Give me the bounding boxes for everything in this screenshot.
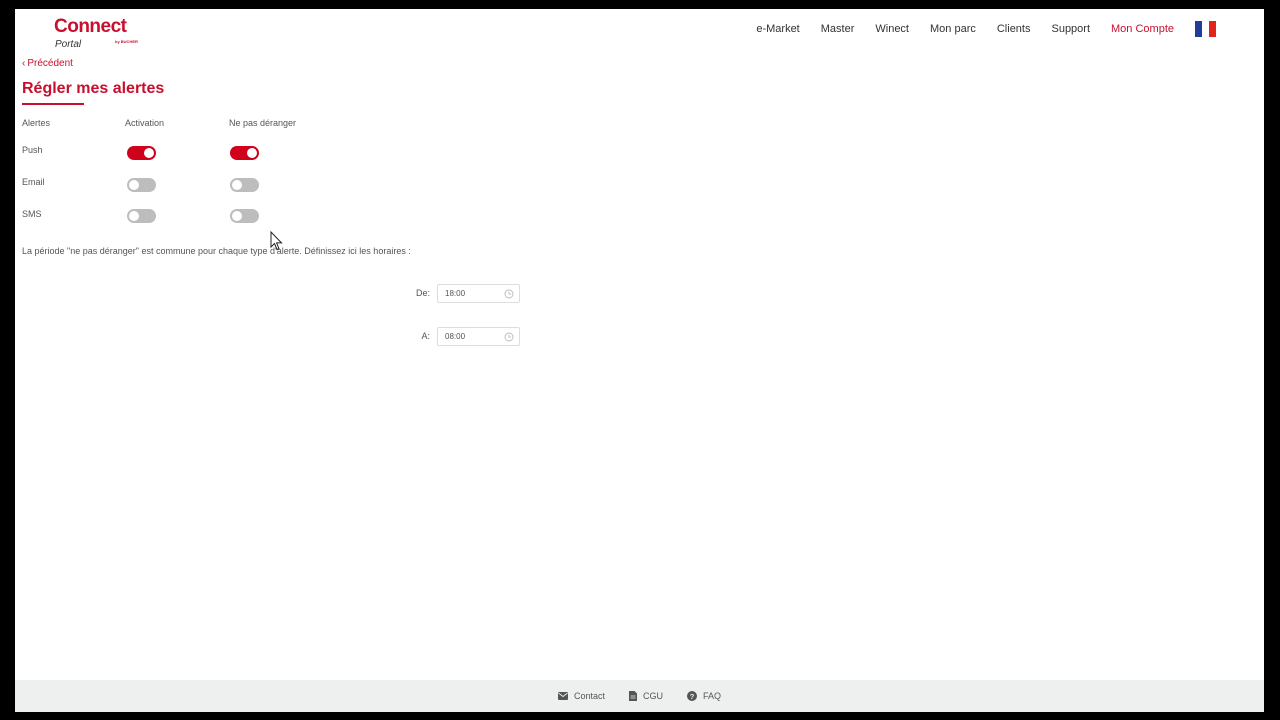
footer-faq-label: FAQ <box>703 691 722 701</box>
row-label-push: Push <box>22 145 43 155</box>
push-activation-toggle[interactable] <box>127 146 156 160</box>
toggle-knob <box>144 148 154 158</box>
nav-winect[interactable]: Winect <box>875 21 909 37</box>
to-time-value: 08:00 <box>445 332 466 341</box>
nav-master[interactable]: Master <box>821 21 855 37</box>
app-frame: Connect Portal by BUCHER e-Market Master… <box>15 9 1264 712</box>
question-circle-icon: ? <box>687 691 697 701</box>
nav-clients[interactable]: Clients <box>997 21 1031 37</box>
document-icon <box>629 691 637 701</box>
nav-e-market[interactable]: e-Market <box>756 21 799 37</box>
page-title: Régler mes alertes <box>22 80 165 97</box>
from-time-input[interactable]: 18:00 <box>437 284 520 303</box>
email-activation-toggle[interactable] <box>127 178 156 192</box>
chevron-left-icon: ‹ <box>22 58 26 69</box>
back-link[interactable]: ‹ Précédent <box>22 58 73 69</box>
toggle-knob <box>129 211 139 221</box>
footer-contact-link[interactable]: Contact <box>557 691 605 701</box>
column-header-dnd: Ne pas déranger <box>229 118 297 128</box>
to-label: A: <box>421 331 430 341</box>
footer-contact-label: Contact <box>573 691 605 701</box>
nav-mon-parc[interactable]: Mon parc <box>930 21 976 37</box>
dnd-info-text: La période "ne pas déranger" est commune… <box>22 246 411 256</box>
to-time-input[interactable]: 08:00 <box>437 327 520 346</box>
logo-subtext: Portal <box>55 39 82 50</box>
envelope-icon <box>557 692 568 700</box>
connect-portal-logo[interactable]: Connect Portal by BUCHER <box>53 16 153 52</box>
toggle-knob <box>129 180 139 190</box>
title-underline <box>22 103 84 105</box>
french-flag-icon[interactable] <box>1195 21 1216 37</box>
push-dnd-toggle[interactable] <box>230 146 259 160</box>
row-label-sms: SMS <box>22 209 42 219</box>
from-label: De: <box>415 288 430 298</box>
clock-icon <box>504 289 514 299</box>
toggle-knob <box>232 180 242 190</box>
main-nav: e-Market Master Winect Mon parc Clients … <box>735 21 1264 37</box>
nav-mon-compte[interactable]: Mon Compte <box>1111 21 1174 37</box>
row-label-email: Email <box>22 177 45 187</box>
footer-faq-link[interactable]: ? FAQ <box>687 691 721 701</box>
email-dnd-toggle[interactable] <box>230 178 259 192</box>
footer: Contact CGU ? FAQ <box>15 680 1264 712</box>
svg-text:?: ? <box>690 692 695 701</box>
toggle-knob <box>232 211 242 221</box>
column-header-alerts: Alertes <box>22 118 51 128</box>
nav-support[interactable]: Support <box>1051 21 1090 37</box>
toggle-knob <box>247 148 257 158</box>
back-label: Précédent <box>27 58 73 69</box>
clock-icon <box>504 332 514 342</box>
logo-by-text: by BUCHER <box>115 39 138 44</box>
from-time-value: 18:00 <box>445 289 466 298</box>
sms-dnd-toggle[interactable] <box>230 209 259 223</box>
logo-text: Connect <box>54 16 127 37</box>
footer-cgu-label: CGU <box>643 691 663 701</box>
mouse-cursor-icon <box>270 231 283 251</box>
column-header-activation: Activation <box>125 118 165 128</box>
footer-cgu-link[interactable]: CGU <box>629 691 663 701</box>
sms-activation-toggle[interactable] <box>127 209 156 223</box>
